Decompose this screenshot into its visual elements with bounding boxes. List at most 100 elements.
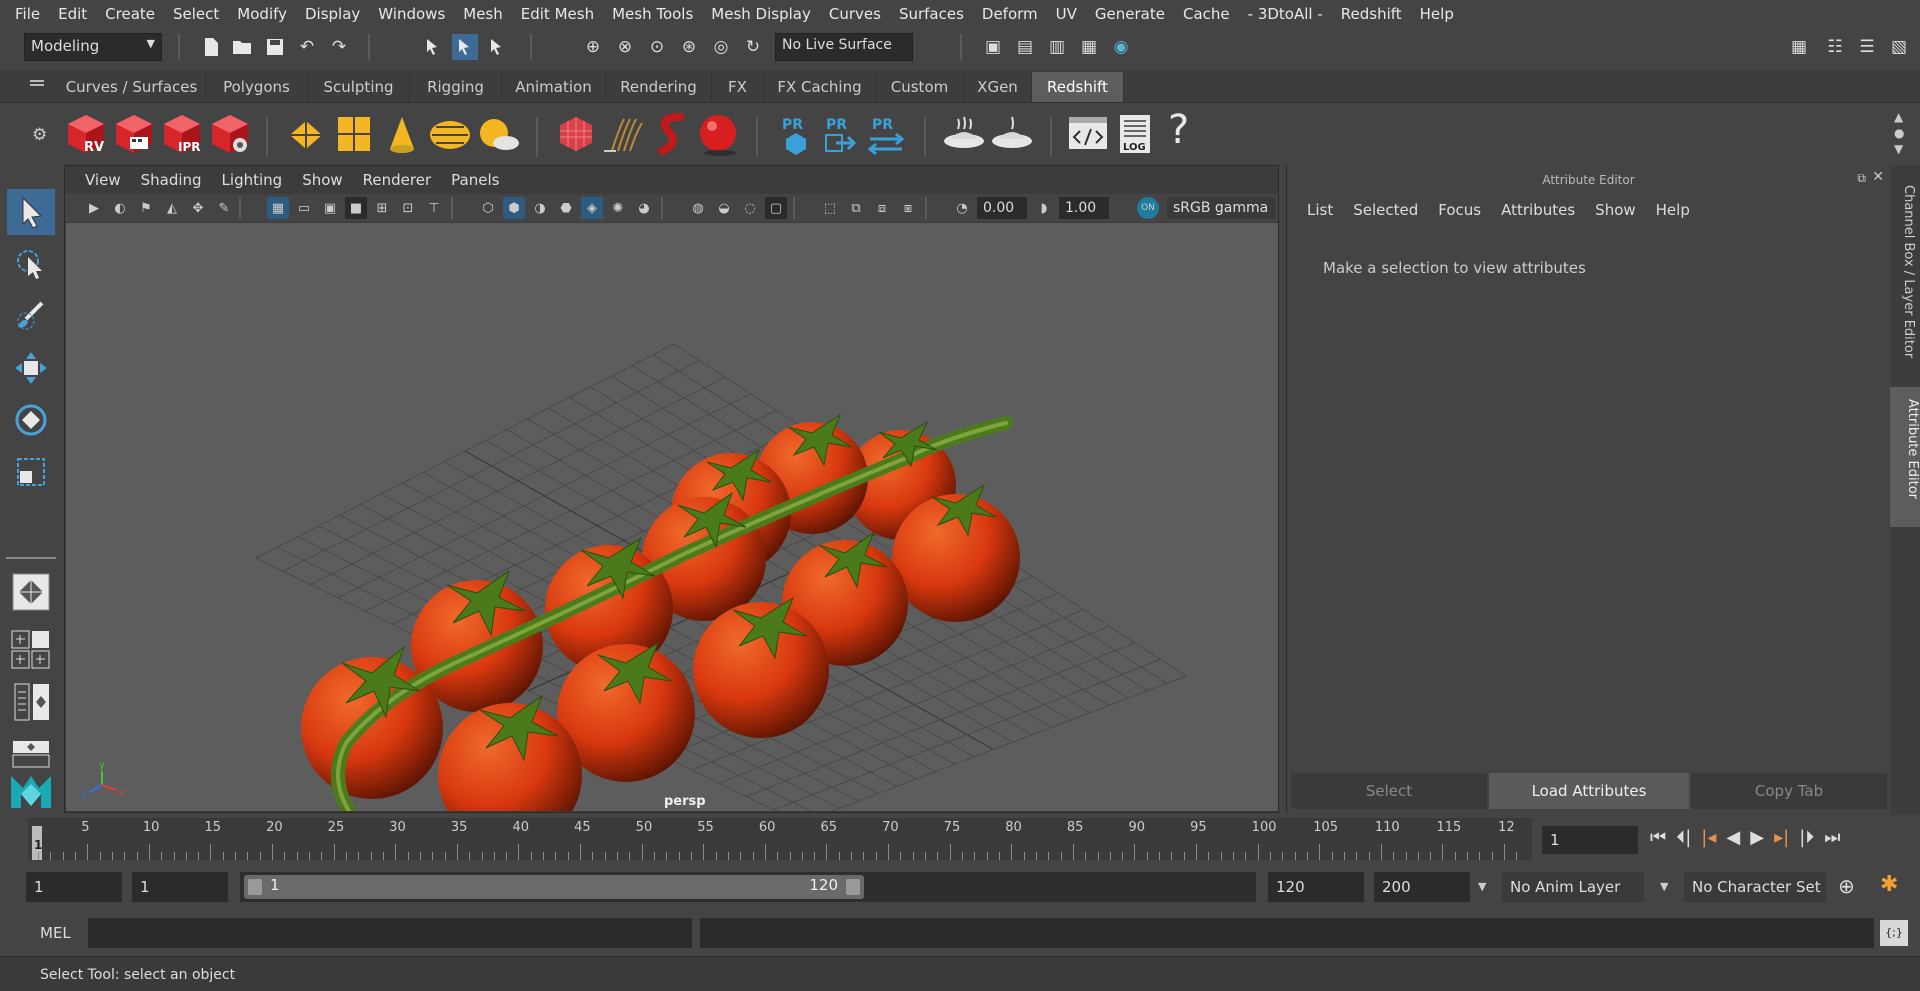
3d-viewport[interactable]: y x z persp — [66, 223, 1278, 811]
play-forwards-icon[interactable]: ▶ — [1750, 827, 1764, 848]
film-gate-icon[interactable]: ▭ — [293, 197, 315, 219]
viewport-menu-renderer[interactable]: Renderer — [353, 171, 441, 189]
grid-toggle-icon[interactable]: ▦ — [267, 197, 289, 219]
shelf-tab-fx-caching[interactable]: FX Caching — [764, 72, 876, 102]
safe-title-icon[interactable]: ⊤ — [423, 197, 445, 219]
2d-pan-zoom-icon[interactable]: ✥ — [187, 197, 209, 219]
tool-settings-icon[interactable]: ☰ — [1854, 34, 1880, 60]
select-by-object-icon[interactable] — [452, 34, 478, 60]
chevron-down-icon[interactable]: ▼ — [1478, 880, 1486, 893]
menu-uv[interactable]: UV — [1047, 5, 1086, 23]
render-settings-icon[interactable]: ▦ — [1076, 34, 1102, 60]
load-attributes-button[interactable]: Load Attributes — [1489, 773, 1689, 809]
snap-projected-icon[interactable]: ⊛ — [676, 34, 702, 60]
proxy-swap-icon[interactable]: PR — [864, 111, 908, 157]
dome-light-icon[interactable] — [428, 111, 472, 157]
proxy-import-icon[interactable]: PR — [818, 111, 862, 157]
shelf-tab-rendering[interactable]: Rendering — [606, 72, 712, 102]
select-tool-icon[interactable] — [7, 189, 55, 235]
redshift-settings-icon[interactable] — [208, 111, 252, 157]
menu-display[interactable]: Display — [296, 5, 369, 23]
playback-start-field[interactable]: 1 — [132, 872, 228, 902]
shader-curve-icon[interactable] — [650, 111, 694, 157]
xray-active-components-icon[interactable]: ⧈ — [871, 197, 893, 219]
shelf-menu-icon[interactable] — [30, 80, 44, 82]
snap-grid-icon[interactable]: ⊕ — [580, 34, 606, 60]
ae-menu-attributes[interactable]: Attributes — [1491, 201, 1585, 219]
help-icon[interactable]: ? — [1168, 107, 1189, 153]
attribute-editor-toggle-icon[interactable]: ☷ — [1822, 34, 1848, 60]
range-slider-bar[interactable]: 1 120 — [244, 875, 864, 899]
gamma-field[interactable]: 1.00 — [1059, 197, 1109, 219]
camera-attributes-icon[interactable]: ◐ — [109, 197, 131, 219]
proxy-export-icon[interactable]: PR — [774, 111, 818, 157]
shelf-tab-sculpting[interactable]: Sculpting — [308, 72, 410, 102]
open-scene-icon[interactable] — [230, 34, 256, 60]
shelf-scroll-icon[interactable]: ▲ ● ▼ — [1894, 109, 1904, 157]
menu-edit[interactable]: Edit — [49, 5, 96, 23]
paint-select-tool-icon[interactable] — [7, 293, 55, 339]
smooth-shade-icon[interactable]: ⬢ — [503, 197, 525, 219]
select-camera-icon[interactable]: ▶ — [83, 197, 105, 219]
exposure-field[interactable]: 0.00 — [977, 197, 1027, 219]
isolate-select-icon[interactable]: ⬚ — [819, 197, 841, 219]
step-back-frame-icon[interactable]: ⏴| — [1676, 827, 1691, 848]
shelf-tab-animation[interactable]: Animation — [502, 72, 606, 102]
view-transform-field[interactable]: sRGB gamma — [1167, 197, 1275, 219]
safe-action-icon[interactable]: ⊡ — [397, 197, 419, 219]
wireframe-on-shaded-icon[interactable]: ⬣ — [555, 197, 577, 219]
playback-end-field[interactable]: 120 — [1268, 872, 1364, 902]
shelf-tab-rigging[interactable]: Rigging — [410, 72, 502, 102]
menu-edit-mesh[interactable]: Edit Mesh — [512, 5, 603, 23]
snap-point-icon[interactable]: ⊙ — [644, 34, 670, 60]
menu-mesh-tools[interactable]: Mesh Tools — [603, 5, 702, 23]
screen-space-ao-icon[interactable]: ◍ — [687, 197, 709, 219]
exposure-icon[interactable]: ◔ — [951, 197, 973, 219]
go-to-start-icon[interactable]: ⏮ — [1650, 827, 1666, 848]
script-language-toggle[interactable]: MEL — [40, 924, 71, 942]
animation-preferences-icon[interactable]: ✱ — [1880, 872, 1898, 897]
range-slider-track[interactable]: 1 120 — [240, 872, 1256, 902]
viewport-menu-view[interactable]: View — [75, 171, 131, 189]
menu-mesh-display[interactable]: Mesh Display — [702, 5, 820, 23]
bake-sets-icon[interactable] — [990, 111, 1034, 157]
log-icon[interactable]: LOG — [1114, 111, 1158, 157]
time-ruler[interactable]: 1 5 10 15 20 25 30 35 40 45 50 55 60 65 70 75 80 85 90 95 1… — [28, 818, 1532, 860]
save-scene-icon[interactable] — [262, 34, 288, 60]
live-surface-field[interactable]: No Live Surface — [775, 33, 913, 61]
menu-generate[interactable]: Generate — [1086, 5, 1174, 23]
select-by-hierarchy-icon[interactable] — [420, 34, 446, 60]
step-back-key-icon[interactable]: |◂ — [1701, 827, 1716, 848]
resolution-gate-icon[interactable]: ▣ — [319, 197, 341, 219]
menu-deform[interactable]: Deform — [973, 5, 1047, 23]
redshift-ipr-icon[interactable]: IPR — [160, 111, 204, 157]
area-light-icon[interactable] — [284, 111, 328, 157]
menu-3dtoall[interactable]: - 3DtoAll - — [1239, 5, 1332, 23]
menu-windows[interactable]: Windows — [369, 5, 454, 23]
anti-aliasing-icon[interactable]: ◌ — [739, 197, 761, 219]
script-editor-icon[interactable] — [1066, 111, 1110, 157]
field-chart-icon[interactable]: ⊞ — [371, 197, 393, 219]
volume-grid-icon[interactable] — [554, 111, 598, 157]
ae-menu-selected[interactable]: Selected — [1343, 201, 1428, 219]
lasso-tool-icon[interactable] — [7, 241, 55, 287]
xray-icon[interactable]: ⧉ — [845, 197, 867, 219]
move-tool-icon[interactable] — [7, 345, 55, 391]
animation-end-field[interactable]: 200 — [1374, 872, 1470, 902]
ipr-render-icon[interactable]: ▥ — [1044, 34, 1070, 60]
persp-outliner-layout-icon[interactable] — [7, 679, 55, 725]
modeling-toolkit-icon[interactable]: ▦ — [1786, 34, 1812, 60]
step-forward-frame-icon[interactable]: |⏵ — [1799, 827, 1814, 848]
scale-tool-icon[interactable] — [7, 449, 55, 495]
menu-cache[interactable]: Cache — [1174, 5, 1239, 23]
range-end-handle[interactable] — [846, 879, 860, 895]
four-view-layout-icon[interactable] — [7, 627, 55, 673]
ae-menu-focus[interactable]: Focus — [1428, 201, 1491, 219]
snap-view-plane-icon[interactable]: ◎ — [708, 34, 734, 60]
use-all-lights-icon[interactable]: ✺ — [607, 197, 629, 219]
physical-light-icon[interactable] — [380, 111, 424, 157]
menu-modify[interactable]: Modify — [228, 5, 296, 23]
shadows-icon[interactable]: ◕ — [633, 197, 655, 219]
bookmark-icon[interactable]: ⚑ — [135, 197, 157, 219]
go-to-end-icon[interactable]: ⏭ — [1824, 827, 1840, 848]
